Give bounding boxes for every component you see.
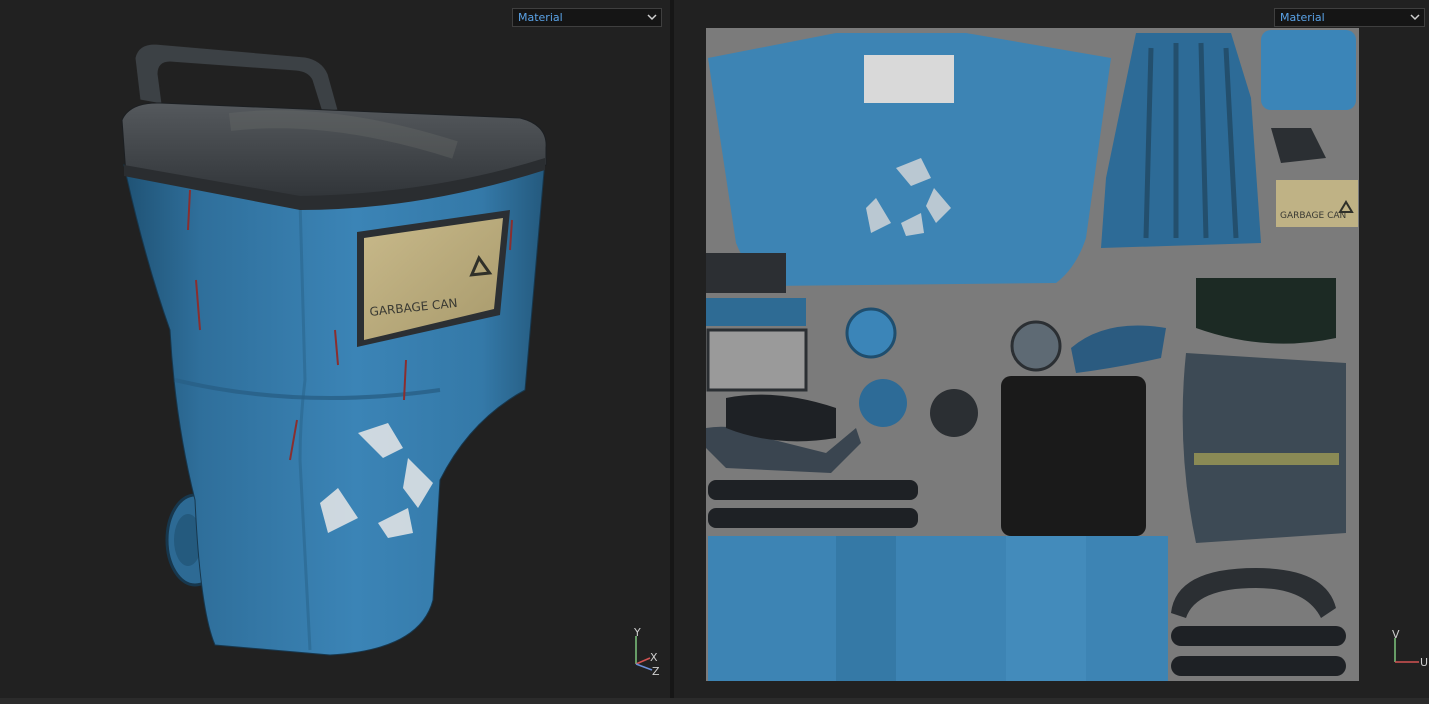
chevron-down-icon [1410,14,1420,21]
axis-z-label: Z [652,665,660,678]
axis-u-label: U [1420,656,1428,668]
axis-v-label: V [1392,628,1400,641]
viewport-2d[interactable]: Material GARBAGE CAN V U [674,0,1429,698]
viewport-3d[interactable]: Material GARBAGE CAN Y X Z [0,0,670,698]
uv-texture-sheet[interactable]: GARBAGE CAN [706,28,1359,681]
axis-gizmo-2d: V U [1392,628,1428,668]
axis-gizmo-3d: Y X Z [633,628,660,678]
axis-y-label: Y [633,628,641,639]
garbage-can-model[interactable]: GARBAGE CAN [0,0,670,698]
axis-x-label: X [650,651,658,664]
uv-label-text: GARBAGE CAN [1280,211,1346,221]
bottom-status-bar [0,698,1429,704]
material-dropdown-label: Material [1280,11,1325,24]
material-dropdown-2d[interactable]: Material [1274,8,1425,27]
